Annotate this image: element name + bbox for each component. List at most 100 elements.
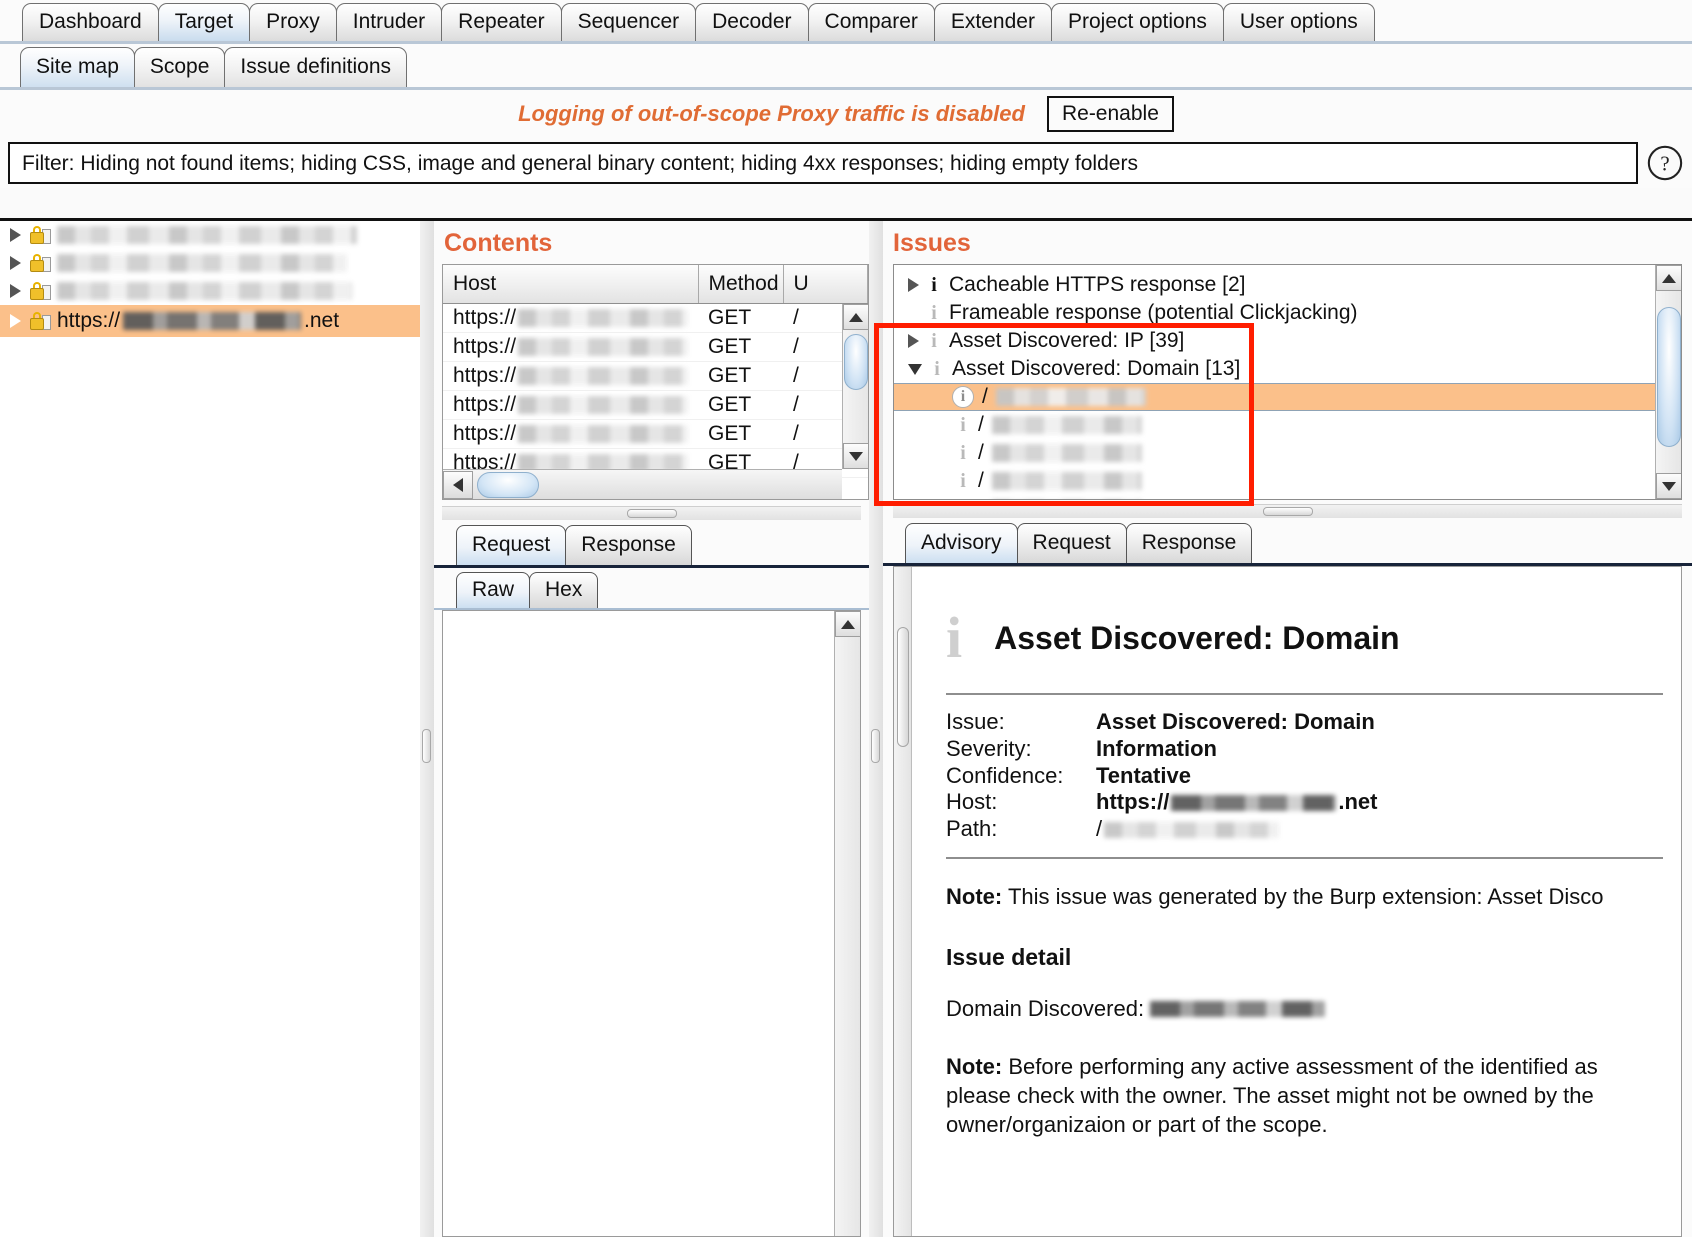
tab-detail-request[interactable]: Request bbox=[1016, 523, 1127, 563]
issues-title: Issues bbox=[893, 229, 971, 257]
expand-arrow-icon[interactable] bbox=[10, 284, 21, 298]
field-host: Host: https:// .net bbox=[946, 789, 1681, 816]
table-row[interactable]: https:// GET / bbox=[443, 361, 868, 391]
issue-row[interactable]: i / bbox=[894, 495, 1681, 499]
redacted-path bbox=[991, 444, 1142, 462]
tab-site-map[interactable]: Site map bbox=[20, 47, 135, 87]
cell-host: https:// bbox=[443, 390, 698, 420]
editor-vertical-scrollbar[interactable] bbox=[834, 611, 861, 1236]
re-enable-button[interactable]: Re-enable bbox=[1046, 96, 1174, 132]
redacted-path bbox=[991, 416, 1142, 434]
tab-response[interactable]: Response bbox=[565, 525, 692, 565]
tree-row[interactable] bbox=[0, 249, 420, 277]
field-value: Tentative bbox=[1096, 762, 1191, 788]
https-lock-icon bbox=[29, 311, 51, 331]
issue-label: / bbox=[978, 497, 984, 499]
question-mark-circle-icon[interactable]: ? bbox=[1646, 144, 1684, 182]
cell-method: GET bbox=[698, 332, 783, 362]
issues-vertical-scrollbar[interactable] bbox=[1655, 265, 1681, 499]
detail-tab-bar: Advisory Request Response bbox=[883, 522, 1692, 566]
contents-table[interactable]: Host Method U https:// GET / https:// GE… bbox=[442, 264, 869, 500]
expand-arrow-icon[interactable] bbox=[908, 334, 919, 348]
expand-arrow-icon[interactable] bbox=[10, 314, 21, 328]
column-header-host[interactable]: Host bbox=[443, 265, 699, 304]
redacted-host-label bbox=[57, 226, 357, 244]
scrollbar-thumb[interactable] bbox=[1657, 307, 1681, 447]
contents-vertical-scrollbar[interactable] bbox=[842, 304, 868, 469]
issue-row[interactable]: i Cacheable HTTPS response [2] bbox=[894, 271, 1681, 299]
cell-host: https:// bbox=[443, 303, 698, 333]
issue-row-selected[interactable]: i / bbox=[894, 383, 1681, 411]
tab-request[interactable]: Request bbox=[456, 525, 567, 565]
advisory-panel[interactable]: i Asset Discovered: Domain Issue: Asset … bbox=[893, 566, 1682, 1237]
expand-arrow-icon[interactable] bbox=[10, 256, 21, 270]
expand-arrow-icon[interactable] bbox=[10, 228, 21, 242]
tab-sequencer[interactable]: Sequencer bbox=[560, 3, 697, 41]
issue-row[interactable]: i Asset Discovered: IP [39] bbox=[894, 327, 1681, 355]
https-lock-icon bbox=[29, 253, 51, 273]
request-editor[interactable] bbox=[442, 610, 861, 1237]
issue-row[interactable]: i Frameable response (potential Clickjac… bbox=[894, 299, 1681, 327]
info-icon: i bbox=[960, 441, 966, 464]
scroll-up-button[interactable] bbox=[843, 304, 868, 330]
issue-row[interactable]: i / bbox=[894, 411, 1681, 439]
tab-scope[interactable]: Scope bbox=[133, 47, 226, 87]
column-header-url[interactable]: U bbox=[783, 265, 868, 304]
scroll-left-button[interactable] bbox=[443, 470, 473, 499]
field-label: Issue: bbox=[946, 709, 1005, 734]
tree-row-selected[interactable]: https:// .net bbox=[0, 305, 420, 337]
message-tab-bar: Request Response bbox=[434, 524, 869, 568]
scroll-down-button[interactable] bbox=[1656, 473, 1681, 499]
table-row[interactable]: https:// GET / bbox=[443, 419, 868, 449]
tab-hex[interactable]: Hex bbox=[529, 572, 599, 608]
contents-split-handle[interactable] bbox=[442, 506, 861, 520]
table-row[interactable]: https:// GET / bbox=[443, 332, 868, 362]
tab-decoder[interactable]: Decoder bbox=[695, 3, 809, 41]
tab-detail-response[interactable]: Response bbox=[1125, 523, 1253, 563]
info-badge-icon: i bbox=[952, 386, 974, 408]
scrollbar-thumb[interactable] bbox=[844, 334, 868, 390]
tab-proxy[interactable]: Proxy bbox=[249, 3, 337, 41]
note-label: Note: bbox=[946, 884, 1003, 910]
tab-advisory[interactable]: Advisory bbox=[905, 523, 1018, 563]
issue-row[interactable]: i Asset Discovered: Domain [13] bbox=[894, 355, 1681, 383]
tab-project-options[interactable]: Project options bbox=[1050, 3, 1224, 41]
cell-host: https:// bbox=[443, 332, 698, 362]
tab-user-options[interactable]: User options bbox=[1222, 3, 1375, 41]
left-split-handle[interactable] bbox=[420, 218, 434, 1237]
issues-pane: Issues i Cacheable HTTPS response [2] i … bbox=[883, 218, 1692, 1237]
issues-tree[interactable]: i Cacheable HTTPS response [2] i Frameab… bbox=[893, 264, 1682, 500]
issue-row[interactable]: i / bbox=[894, 467, 1681, 495]
tab-dashboard[interactable]: Dashboard bbox=[22, 3, 159, 41]
right-split-handle[interactable] bbox=[869, 218, 883, 1237]
collapse-arrow-icon[interactable] bbox=[908, 363, 922, 375]
tab-raw[interactable]: Raw bbox=[456, 572, 531, 608]
tab-extender[interactable]: Extender bbox=[933, 3, 1052, 41]
scrollbar-thumb[interactable] bbox=[477, 471, 539, 498]
tab-comparer[interactable]: Comparer bbox=[807, 3, 935, 41]
scroll-down-button[interactable] bbox=[843, 443, 868, 469]
table-row[interactable]: https:// GET / bbox=[443, 303, 868, 333]
issues-split-handle[interactable] bbox=[893, 504, 1682, 518]
tab-repeater[interactable]: Repeater bbox=[441, 3, 562, 41]
contents-horizontal-scrollbar[interactable] bbox=[443, 469, 842, 499]
field-value: Asset Discovered: Domain bbox=[1096, 709, 1375, 734]
issue-row[interactable]: i / bbox=[894, 439, 1681, 467]
filter-input[interactable]: Filter: Hiding not found items; hiding C… bbox=[8, 142, 1638, 184]
tab-target[interactable]: Target bbox=[157, 3, 251, 41]
table-row[interactable]: https:// GET / bbox=[443, 390, 868, 420]
scroll-up-button[interactable] bbox=[1656, 265, 1681, 291]
tab-intruder[interactable]: Intruder bbox=[335, 3, 443, 41]
cell-method: GET bbox=[698, 361, 783, 391]
advisory-vertical-scrollbar[interactable] bbox=[894, 567, 912, 1236]
tree-row[interactable] bbox=[0, 221, 420, 249]
scroll-up-button[interactable] bbox=[835, 611, 861, 637]
site-map-tree[interactable]: https:// .net bbox=[0, 218, 420, 1237]
field-value: https:// .net bbox=[1096, 789, 1377, 816]
column-header-method[interactable]: Method bbox=[698, 265, 784, 304]
field-label: Severity: bbox=[946, 735, 1032, 761]
main-content-area: https:// .net Contents Host Method U htt… bbox=[0, 218, 1692, 1237]
expand-arrow-icon[interactable] bbox=[908, 278, 919, 292]
tree-row[interactable] bbox=[0, 277, 420, 305]
tab-issue-definitions[interactable]: Issue definitions bbox=[224, 47, 408, 87]
